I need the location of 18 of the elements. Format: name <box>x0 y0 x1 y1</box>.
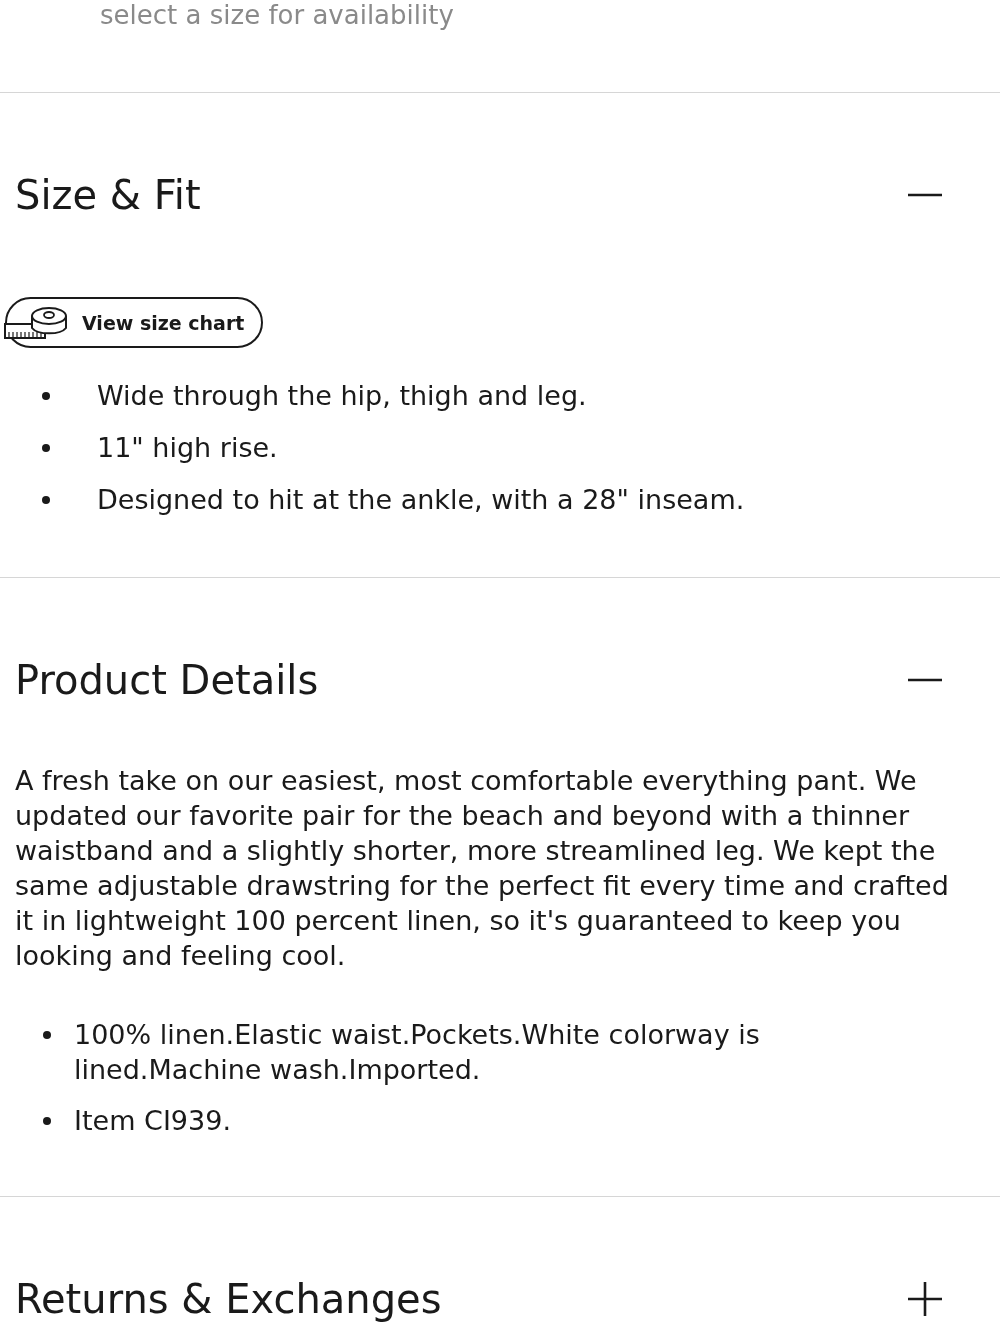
bullet-icon <box>43 1117 51 1125</box>
fit-bullet-text: Wide through the hip, thigh and leg. <box>97 379 587 413</box>
section-heading: Returns & Exchanges <box>15 1275 442 1324</box>
size-chart-button[interactable]: View size chart <box>5 297 263 348</box>
product-description: A fresh take on our easiest, most comfortable everything pant. We updated our favorite pair for the beach and beyond with a thinner waistband and a slightly shorter, more streamlined leg. We kept the same adjustable drawstring for the perfect fit every time and crafted it in lightweight 100 percent linen, so it's guaranteed to keep you looking and feeling cool. <box>15 764 950 973</box>
bullet-icon <box>42 443 50 452</box>
detail-bullet-text: 100% linen.Elastic waist.Pockets.White colorway is lined.Machine wash.Imported. <box>74 1018 761 1087</box>
bullet-icon <box>42 495 50 504</box>
tape-measure-icon <box>4 304 68 342</box>
detail-bullet-text: Item CI939. <box>74 1104 231 1138</box>
fit-bullet-text: 11" high rise. <box>97 431 278 465</box>
fit-bullet-text: Designed to hit at the ankle, with a 28" inseam. <box>97 483 745 517</box>
section-heading: Product Details <box>15 656 319 705</box>
bullet-icon <box>43 1031 51 1039</box>
bullet-icon <box>42 391 50 400</box>
plus-icon[interactable] <box>908 1282 942 1316</box>
availability-note: select a size for availability <box>100 0 454 30</box>
section-heading: Size & Fit <box>15 171 201 220</box>
